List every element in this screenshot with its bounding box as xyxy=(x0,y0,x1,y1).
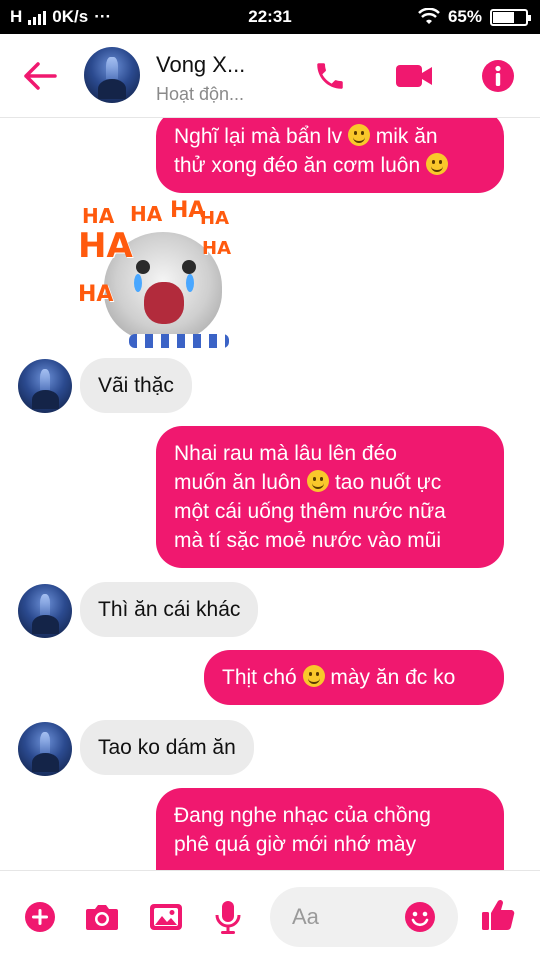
message-list[interactable]: Nghĩ lại mà bẩn lv mik ăn thử xong đéo ă… xyxy=(0,118,540,870)
wifi-icon xyxy=(418,8,440,24)
voice-button[interactable] xyxy=(208,897,248,937)
smiley-emoji xyxy=(307,470,330,492)
gallery-button[interactable] xyxy=(146,897,186,937)
info-icon xyxy=(482,60,514,92)
call-button[interactable] xyxy=(310,56,350,96)
phone-icon xyxy=(317,63,343,89)
message-text: tao nuốt ực xyxy=(329,471,442,494)
microphone-icon xyxy=(215,901,241,934)
message-input[interactable]: Aa xyxy=(270,887,458,947)
message-text: Thì ăn cái khác xyxy=(98,598,241,621)
outgoing-message[interactable]: Nhai rau mà lâu lên đéo muốn ăn luôn tao… xyxy=(156,426,504,568)
message-text: Tao ko dám ăn xyxy=(98,736,236,759)
outgoing-message[interactable]: Nghĩ lại mà bẩn lv mik ăn thử xong đéo ă… xyxy=(156,118,504,193)
message-text: Đang nghe nhạc của chồng xyxy=(174,804,431,827)
message-text: mày ăn đc ko xyxy=(324,666,456,689)
cat-tear xyxy=(134,274,142,292)
message-text: muốn ăn luôn xyxy=(174,471,308,494)
cat-collar xyxy=(129,334,229,348)
incoming-message[interactable]: Thì ăn cái khác xyxy=(80,582,259,637)
contact-avatar[interactable] xyxy=(84,47,140,103)
arrow-left-icon xyxy=(24,62,57,90)
cat-mouth xyxy=(144,282,184,324)
sticker-text: HA xyxy=(200,208,229,229)
incoming-message[interactable]: Vãi thặc xyxy=(80,358,192,413)
video-camera-icon xyxy=(396,65,432,87)
more-actions-button[interactable] xyxy=(20,897,60,937)
message-input-placeholder: Aa xyxy=(292,904,319,929)
contact-avatar[interactable] xyxy=(18,584,72,638)
incoming-message[interactable]: Tao ko dám ăn xyxy=(80,720,254,775)
camera-button[interactable] xyxy=(82,897,122,937)
cat-eye xyxy=(136,260,150,274)
message-text: Nhai rau mà lâu lên đéo xyxy=(174,442,397,465)
info-button[interactable] xyxy=(478,56,518,96)
sticker-text: HA xyxy=(202,238,231,259)
message-text: thử xong đéo ăn cơm luôn xyxy=(174,154,426,177)
outgoing-message[interactable]: Thịt chó mày ăn đc ko xyxy=(204,650,504,705)
contact-avatar[interactable] xyxy=(18,359,72,413)
message-text: phê quá giờ mới nhớ mày xyxy=(174,833,417,856)
smiley-emoji xyxy=(347,124,370,146)
message-text: một cái uống thêm nước nữa xyxy=(174,500,446,523)
thumbs-up-icon xyxy=(482,899,515,930)
camera-icon xyxy=(86,905,118,930)
sticker-text: HA xyxy=(78,226,133,266)
cat-eye xyxy=(182,260,196,274)
plus-icon xyxy=(25,902,55,932)
image-icon xyxy=(150,904,182,930)
status-bar: H 0K/s ··· 22:31 65% xyxy=(0,0,540,34)
message-text: mà tí sặc moẻ nước vào mũi xyxy=(174,529,442,552)
cat-tear xyxy=(186,274,194,292)
smiley-emoji xyxy=(425,153,448,175)
back-button[interactable] xyxy=(18,54,62,98)
conversation-header: Vong X... Hoạt độn... xyxy=(0,34,540,118)
outgoing-message[interactable]: Đang nghe nhạc của chồng phê quá giờ mới… xyxy=(156,788,504,870)
laughing-cat-sticker[interactable]: HA HA HA HA HA HA HA xyxy=(74,198,232,354)
message-text: Nghĩ lại mà bẩn lv xyxy=(174,125,348,148)
smiley-icon[interactable] xyxy=(404,901,436,933)
message-text: Vãi thặc xyxy=(98,374,174,397)
message-composer: Aa xyxy=(0,870,540,960)
sticker-text: HA xyxy=(82,204,115,228)
smiley-emoji xyxy=(302,665,325,687)
like-button[interactable] xyxy=(478,895,518,935)
contact-name[interactable]: Vong X... xyxy=(156,52,245,78)
status-right: 65% xyxy=(418,7,531,27)
contact-avatar[interactable] xyxy=(18,722,72,776)
video-call-button[interactable] xyxy=(394,56,434,96)
message-text: Thịt chó xyxy=(222,666,303,689)
battery-icon xyxy=(490,8,531,26)
sticker-text: HA xyxy=(130,202,163,226)
contact-status: Hoạt độn... xyxy=(156,84,245,104)
battery-percent: 65% xyxy=(447,7,482,26)
sticker-text: HA xyxy=(78,282,114,307)
message-text: mik ăn xyxy=(369,125,438,148)
